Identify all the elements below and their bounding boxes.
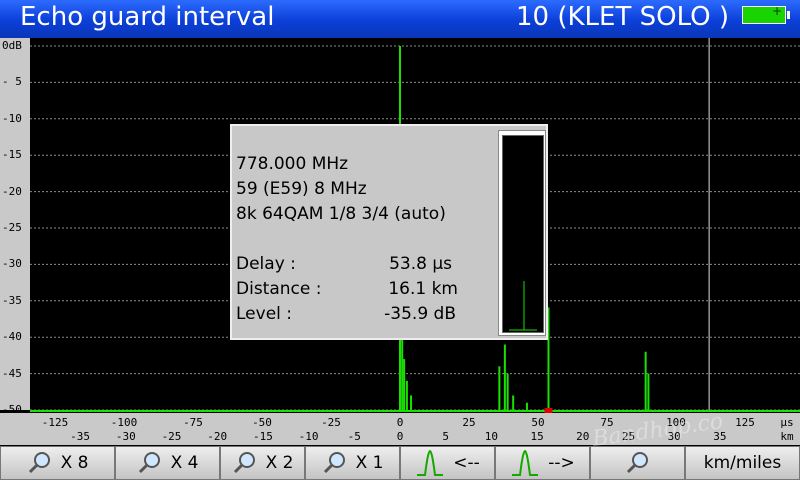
x-us-tick-label: 0	[396, 416, 404, 429]
level-value: -35.9 dB	[384, 304, 456, 324]
echo-peak-icon	[417, 449, 444, 476]
x-us-unit: µs	[780, 416, 794, 429]
echo-info-panel: 778.000 MHz 59 (E59) 8 MHz 8k 64QAM 1/8 …	[230, 124, 548, 340]
battery-charge-icon: +	[771, 4, 782, 18]
page-title: Echo guard interval	[20, 2, 275, 32]
x-km-unit: km	[780, 430, 794, 443]
x-us-tick-label: -125	[41, 416, 69, 429]
x-km-tick-label: -25	[161, 430, 182, 443]
zoom-auto-button[interactable]	[590, 446, 685, 480]
x-km-tick-label: 5	[442, 430, 449, 443]
x-km-tick-label: 0	[396, 430, 404, 443]
x-km-tick-label: -10	[298, 430, 319, 443]
x-us-tick-label: 25	[462, 416, 476, 429]
next-echo-button[interactable]: -->	[495, 446, 590, 480]
level-label: Level :	[236, 304, 293, 324]
modulation-text: 8k 64QAM 1/8 3/4 (auto)	[236, 204, 446, 224]
previous-echo-label: <--	[453, 453, 480, 473]
channel-bandwidth-text: 59 (E59) 8 MHz	[236, 179, 367, 199]
toolbar: X 8 X 4 X 2 X 1 <-- --> km/miles	[0, 446, 800, 480]
level-meter	[498, 130, 546, 336]
x-km-tick-label: -30	[115, 430, 136, 443]
zoom-x1-button[interactable]: X 1	[305, 446, 400, 480]
previous-echo-button[interactable]: <--	[400, 446, 495, 480]
zoom-x1-label: X 1	[355, 453, 384, 473]
distance-label: Distance :	[236, 279, 322, 299]
magnifier-icon	[626, 452, 648, 474]
x-us-tick-label: -25	[321, 416, 341, 429]
x-us-tick-label: -50	[252, 416, 272, 429]
zoom-x4-button[interactable]: X 4	[115, 446, 220, 480]
x-us-tick-label: -75	[183, 416, 203, 429]
x-us-tick-label: 50	[531, 416, 545, 429]
title-bar: Echo guard interval 10 (KLET SOLO ) +	[0, 0, 800, 38]
zoom-x2-label: X 2	[265, 453, 294, 473]
echo-peak-icon	[512, 449, 539, 476]
delay-value: 53.8 µs	[389, 254, 452, 274]
x-us-tick-label: 125	[735, 416, 755, 429]
x-km-tick-label: -15	[252, 430, 273, 443]
frequency-text: 778.000 MHz	[236, 154, 349, 174]
zoom-x4-label: X 4	[170, 453, 199, 473]
units-toggle-button[interactable]: km/miles	[685, 446, 800, 480]
x-us-tick-label: -100	[110, 416, 138, 429]
delay-label: Delay :	[236, 254, 296, 274]
x-km-tick-label: 10	[484, 430, 499, 443]
distance-value: 16.1 km	[388, 279, 458, 299]
next-echo-label: -->	[548, 453, 575, 473]
units-toggle-label: km/miles	[703, 453, 782, 473]
magnifier-icon	[138, 452, 160, 474]
x-km-tick-label: 15	[530, 430, 544, 443]
zoom-x8-button[interactable]: X 8	[0, 446, 115, 480]
x-km-tick-label: -5	[347, 430, 361, 443]
level-meter-display	[502, 135, 544, 333]
magnifier-icon	[233, 452, 255, 474]
zoom-x8-label: X 8	[60, 453, 89, 473]
magnifier-icon	[323, 452, 345, 474]
magnifier-icon	[28, 452, 50, 474]
channel-label: 10 (KLET SOLO )	[516, 2, 730, 32]
x-km-tick-label: -35	[70, 430, 91, 443]
x-km-tick-label: 20	[576, 430, 590, 443]
battery-icon: +	[742, 4, 790, 24]
x-km-tick-label: -20	[207, 430, 228, 443]
zoom-x2-button[interactable]: X 2	[220, 446, 305, 480]
level-meter-trace	[509, 281, 537, 331]
